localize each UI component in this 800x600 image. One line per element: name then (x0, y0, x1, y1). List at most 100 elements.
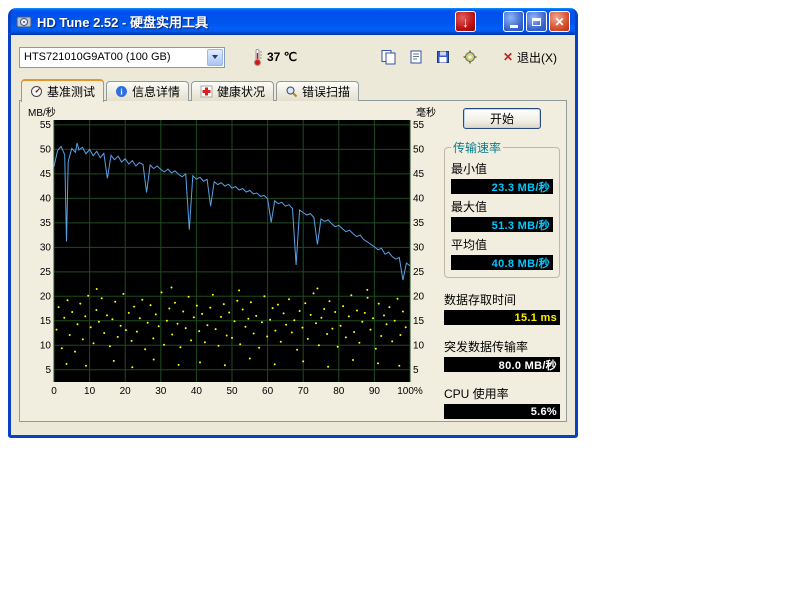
exit-button[interactable]: ✕ 退出(X) (497, 48, 563, 67)
svg-text:10: 10 (40, 340, 52, 351)
svg-text:5: 5 (45, 365, 51, 376)
tab-info-label: 信息详情 (132, 83, 180, 100)
toolbar: HTS721010G9AT00 (100 GB) 37 ℃ (19, 44, 567, 70)
avg-label: 平均值 (451, 236, 553, 253)
max-label: 最大值 (451, 198, 553, 215)
svg-text:45: 45 (40, 169, 52, 180)
cpu-usage-stat: CPU 使用率 5.6% (444, 381, 560, 419)
minimize-button[interactable] (503, 11, 524, 32)
svg-text:10: 10 (413, 340, 425, 351)
thermometer-icon (251, 48, 263, 66)
burst-rate-value: 80.0 MB/秒 (444, 357, 560, 372)
copy-screenshot-button[interactable] (378, 47, 400, 67)
min-label: 最小值 (451, 160, 553, 177)
options-button[interactable] (459, 47, 481, 67)
svg-text:40: 40 (413, 193, 425, 204)
app-icon (16, 14, 32, 30)
tab-error-scan[interactable]: 错误扫描 (276, 81, 359, 101)
svg-text:30: 30 (413, 242, 425, 253)
svg-text:MB/秒: MB/秒 (28, 106, 56, 119)
tab-error-scan-label: 错误扫描 (302, 83, 350, 100)
svg-text:55: 55 (413, 120, 425, 131)
tab-strip: 基准测试 i 信息详情 健康状况 错误扫描 (19, 78, 567, 101)
close-button[interactable]: ✕ (549, 11, 570, 32)
svg-text:10: 10 (84, 386, 96, 397)
tab-benchmark[interactable]: 基准测试 (21, 79, 104, 102)
drive-select-value: HTS721010G9AT00 (100 GB) (20, 51, 206, 63)
titlebar[interactable]: HD Tune 2.52 - 硬盘实用工具 ↓ ✕ (11, 8, 575, 35)
benchmark-chart: 5510101515202025253030353540404545505055… (26, 106, 438, 416)
download-arrow-button[interactable]: ↓ (455, 11, 476, 32)
maximize-icon (532, 18, 541, 26)
temperature-value: 37 ℃ (267, 50, 297, 64)
svg-text:55: 55 (40, 120, 52, 131)
health-cross-icon (200, 85, 213, 98)
svg-text:50: 50 (413, 144, 425, 155)
drive-select-dropdown-button[interactable] (207, 49, 223, 66)
svg-text:50: 50 (226, 386, 238, 397)
save-screenshot-button[interactable] (432, 47, 454, 67)
magnifier-icon (285, 85, 298, 98)
tab-health-label: 健康状况 (217, 83, 265, 100)
svg-text:70: 70 (298, 386, 310, 397)
access-time-value: 15.1 ms (444, 310, 560, 325)
svg-text:15: 15 (413, 316, 425, 327)
transfer-rate-group: 传输速率 最小值 23.3 MB/秒 最大值 51.3 MB/秒 平均值 40.… (444, 139, 560, 278)
svg-text:80: 80 (333, 386, 345, 397)
floppy-disk-icon (435, 49, 451, 65)
svg-text:5: 5 (413, 365, 419, 376)
avg-value: 40.8 MB/秒 (451, 255, 553, 270)
temperature-indicator: 37 ℃ (251, 48, 297, 66)
svg-text:45: 45 (413, 169, 425, 180)
maximize-button[interactable] (526, 11, 547, 32)
window-controls: ✕ (503, 11, 570, 32)
exit-x-icon: ✕ (503, 50, 513, 64)
exit-label: 退出(X) (517, 49, 557, 66)
info-icon: i (115, 85, 128, 98)
results-panel: 开始 传输速率 最小值 23.3 MB/秒 最大值 51.3 MB/秒 平均值 … (444, 106, 560, 416)
copy-text-button[interactable] (405, 47, 427, 67)
svg-text:30: 30 (40, 242, 52, 253)
burst-rate-stat: 突发数据传输率 80.0 MB/秒 (444, 334, 560, 372)
cpu-usage-value: 5.6% (444, 404, 560, 419)
svg-text:90: 90 (369, 386, 381, 397)
max-stat: 最大值 51.3 MB/秒 (451, 198, 553, 232)
down-arrow-icon: ↓ (462, 15, 469, 29)
avg-stat: 平均值 40.8 MB/秒 (451, 236, 553, 270)
svg-text:60: 60 (262, 386, 274, 397)
svg-text:40: 40 (191, 386, 203, 397)
access-time-label: 数据存取时间 (444, 291, 560, 308)
transfer-rate-group-title: 传输速率 (451, 139, 503, 156)
close-icon: ✕ (554, 16, 564, 28)
drive-select[interactable]: HTS721010G9AT00 (100 GB) (19, 47, 225, 68)
access-time-stat: 数据存取时间 15.1 ms (444, 287, 560, 325)
svg-text:20: 20 (413, 291, 425, 302)
svg-text:50: 50 (40, 144, 52, 155)
tab-health[interactable]: 健康状况 (191, 81, 274, 101)
cpu-usage-label: CPU 使用率 (444, 385, 560, 402)
svg-text:100%: 100% (397, 386, 423, 397)
tab-info[interactable]: i 信息详情 (106, 81, 189, 101)
chevron-down-icon (212, 55, 218, 59)
svg-text:20: 20 (40, 291, 52, 302)
svg-text:25: 25 (413, 267, 425, 278)
text-page-icon (408, 49, 424, 65)
svg-text:15: 15 (40, 316, 52, 327)
burst-rate-label: 突发数据传输率 (444, 338, 560, 355)
svg-text:毫秒: 毫秒 (416, 106, 436, 119)
gear-icon (462, 49, 478, 65)
min-stat: 最小值 23.3 MB/秒 (451, 160, 553, 194)
benchmark-page: 5510101515202025253030353540404545505055… (19, 100, 567, 422)
benchmark-chart-svg: 5510101515202025253030353540404545505055… (26, 106, 438, 402)
copy-pages-icon (380, 49, 397, 65)
min-value: 23.3 MB/秒 (451, 179, 553, 194)
hdtune-window: HD Tune 2.52 - 硬盘实用工具 ↓ ✕ HTS721010G9AT0… (8, 8, 578, 438)
svg-text:25: 25 (40, 267, 52, 278)
benchmark-gauge-icon (30, 85, 43, 98)
start-button[interactable]: 开始 (463, 108, 541, 129)
svg-text:0: 0 (51, 386, 57, 397)
window-body: HTS721010G9AT00 (100 GB) 37 ℃ (11, 35, 575, 422)
tab-benchmark-label: 基准测试 (47, 83, 95, 100)
svg-text:40: 40 (40, 193, 52, 204)
svg-text:35: 35 (40, 218, 52, 229)
